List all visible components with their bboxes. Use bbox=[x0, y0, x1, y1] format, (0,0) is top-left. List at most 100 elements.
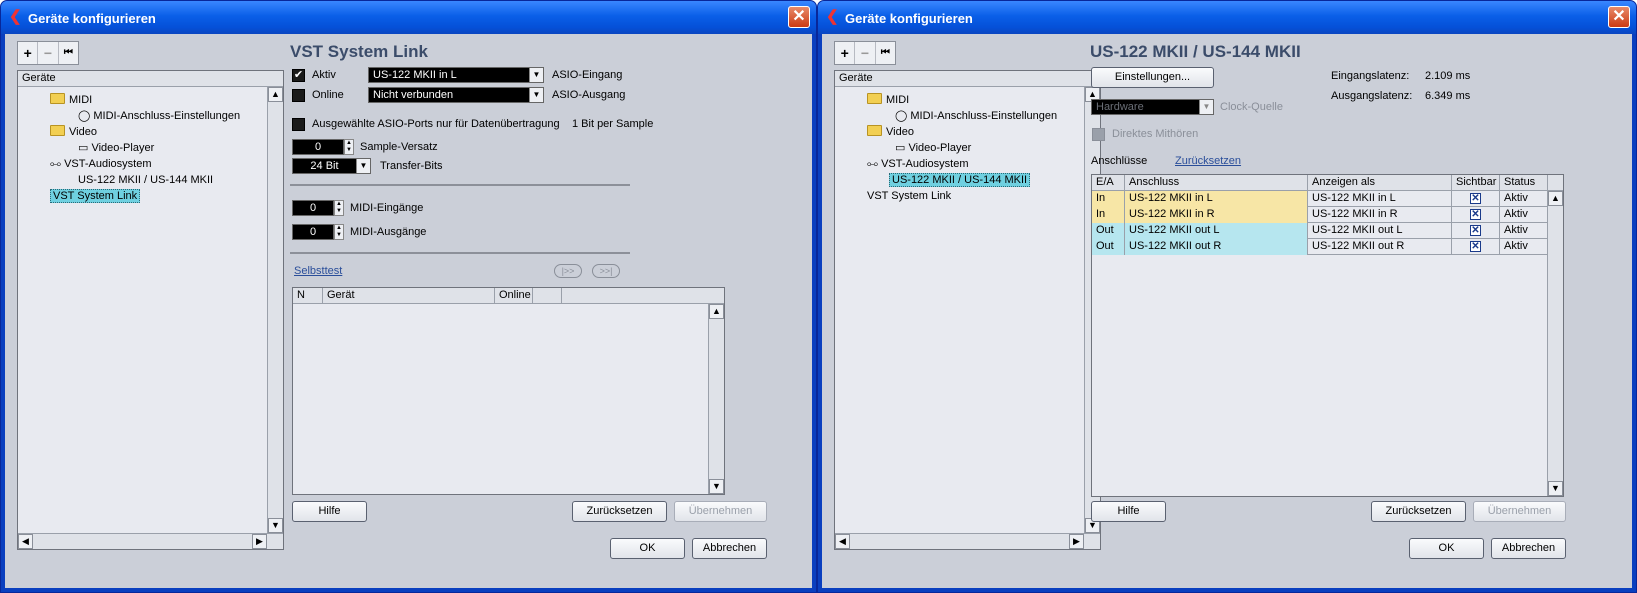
reset-device-button[interactable]: ⏮ bbox=[59, 42, 78, 64]
folder-icon bbox=[867, 125, 882, 136]
settings-button[interactable]: Einstellungen... bbox=[1091, 67, 1214, 88]
midi-out-label: MIDI-Ausgänge bbox=[350, 226, 427, 238]
transfer-bits-select[interactable]: 24 Bit ▼ bbox=[292, 158, 371, 174]
direct-monitor-label: Direktes Mithören bbox=[1112, 128, 1199, 140]
page-title: VST System Link bbox=[290, 42, 428, 61]
online-checkbox[interactable] bbox=[292, 89, 305, 102]
remove-device-button[interactable]: − bbox=[38, 42, 59, 64]
reset-button[interactable]: Zurücksetzen bbox=[1371, 501, 1466, 522]
ok-button[interactable]: OK bbox=[1409, 538, 1484, 559]
scroll-right-icon[interactable]: ▶ bbox=[1069, 534, 1084, 549]
reset-button[interactable]: Zurücksetzen bbox=[572, 501, 667, 522]
table-row[interactable]: In US-122 MKII in R US-122 MKII in R ✕ Aktiv bbox=[1092, 207, 1548, 223]
app-icon: ❮ bbox=[826, 8, 839, 25]
tree-item-vst-audio[interactable]: ⧟ VST-Audiosystem bbox=[867, 157, 968, 172]
aktiv-checkbox[interactable]: ✔ bbox=[292, 69, 305, 82]
visible-checkbox[interactable]: ✕ bbox=[1452, 207, 1500, 223]
aktiv-select[interactable]: US-122 MKII in L ▼ bbox=[368, 67, 544, 83]
midi-in-stepper[interactable]: ▲ ▼ bbox=[334, 200, 344, 216]
check-icon: ✕ bbox=[1470, 209, 1481, 220]
forward-icon[interactable]: >>| bbox=[592, 264, 620, 278]
dialog-body: + − ⏮ Geräte MIDI ◯ MIDI-Anschluss-Einst… bbox=[822, 34, 1632, 588]
port-icon: ◯ bbox=[78, 110, 94, 122]
table-row[interactable]: In US-122 MKII in L US-122 MKII in L ✕ Aktiv bbox=[1092, 191, 1548, 207]
col-visible: Sichtbar bbox=[1452, 175, 1500, 191]
scroll-down-icon[interactable]: ▼ bbox=[268, 518, 283, 533]
output-latency-label: Ausgangslatenz: bbox=[1331, 90, 1413, 102]
midi-out-stepper[interactable]: ▲ ▼ bbox=[334, 224, 344, 240]
cancel-button[interactable]: Abbrechen bbox=[1491, 538, 1566, 559]
scroll-up-icon[interactable]: ▲ bbox=[1548, 191, 1563, 206]
tree-item-vst-system-link[interactable]: VST System Link bbox=[50, 189, 141, 204]
tree-item-midi-settings[interactable]: ◯ MIDI-Anschluss-Einstellungen bbox=[78, 109, 240, 124]
ok-button[interactable]: OK bbox=[610, 538, 685, 559]
selftest-link[interactable]: Selbsttest bbox=[294, 265, 342, 277]
close-button[interactable]: ✕ bbox=[1608, 6, 1630, 28]
input-latency-label: Eingangslatenz: bbox=[1331, 70, 1410, 82]
table-row[interactable]: Out US-122 MKII out L US-122 MKII out L ✕ Ak… bbox=[1092, 223, 1548, 239]
visible-checkbox[interactable]: ✕ bbox=[1452, 223, 1500, 239]
tree-item-midi[interactable]: MIDI bbox=[867, 93, 909, 108]
device-tree: Geräte MIDI ◯ MIDI-Anschluss-Einstellung… bbox=[17, 70, 284, 550]
clock-source-select[interactable]: Hardware ▼ bbox=[1091, 99, 1214, 115]
tree-item-video-player[interactable]: ▭ Video-Player bbox=[78, 141, 154, 156]
scroll-left-icon[interactable]: ◀ bbox=[835, 534, 850, 549]
scroll-right-icon[interactable]: ▶ bbox=[252, 534, 267, 549]
tree-item-video[interactable]: Video bbox=[867, 125, 914, 140]
asio-ports-checkbox[interactable] bbox=[292, 118, 305, 131]
chevron-down-icon: ▼ bbox=[529, 68, 543, 82]
tree-item-video-player[interactable]: ▭ Video-Player bbox=[895, 141, 971, 156]
visible-checkbox[interactable]: ✕ bbox=[1452, 239, 1500, 255]
tree-item-vst-system-link[interactable]: VST System Link bbox=[867, 189, 951, 204]
col-port: Anschluss bbox=[1125, 175, 1308, 191]
online-select[interactable]: Nicht verbunden ▼ bbox=[368, 87, 544, 103]
sample-offset-field[interactable]: 0 bbox=[292, 139, 344, 155]
table-row[interactable]: Out US-122 MKII out R US-122 MKII out R ✕ Ak… bbox=[1092, 239, 1548, 255]
tree-horizontal-scrollbar[interactable]: ◀ ▶ bbox=[835, 533, 1100, 549]
cell-port: US-122 MKII in L bbox=[1125, 191, 1308, 207]
online-label: Online bbox=[312, 89, 344, 101]
help-button[interactable]: Hilfe bbox=[1091, 501, 1166, 522]
remove-device-button[interactable]: − bbox=[855, 42, 876, 64]
tree-header: Geräte bbox=[18, 71, 283, 87]
close-button[interactable]: ✕ bbox=[788, 6, 810, 28]
tree-item-midi[interactable]: MIDI bbox=[50, 93, 92, 108]
scroll-up-icon[interactable]: ▲ bbox=[709, 304, 724, 319]
apply-button[interactable]: Übernehmen bbox=[674, 501, 767, 522]
tree-item-us122[interactable]: US-122 MKII / US-144 MKII bbox=[78, 173, 213, 188]
reset-device-button[interactable]: ⏮ bbox=[876, 42, 895, 64]
cell-show: US-122 MKII in R bbox=[1308, 207, 1452, 223]
tree-item-video[interactable]: Video bbox=[50, 125, 97, 140]
audio-icon: ⧟ bbox=[867, 158, 882, 170]
midi-in-field[interactable]: 0 bbox=[292, 200, 334, 216]
cell-status: Aktiv bbox=[1500, 207, 1548, 223]
cell-show: US-122 MKII out R bbox=[1308, 239, 1452, 255]
asio-ports-label: Ausgewählte ASIO-Ports nur für Datenüber… bbox=[312, 118, 560, 130]
help-button[interactable]: Hilfe bbox=[292, 501, 367, 522]
video-icon: ▭ bbox=[895, 142, 909, 154]
midi-out-field[interactable]: 0 bbox=[292, 224, 334, 240]
scroll-down-icon[interactable]: ▼ bbox=[1548, 481, 1563, 496]
tree-item-midi-settings[interactable]: ◯ MIDI-Anschluss-Einstellungen bbox=[895, 109, 1057, 124]
visible-checkbox[interactable]: ✕ bbox=[1452, 191, 1500, 207]
scroll-left-icon[interactable]: ◀ bbox=[18, 534, 33, 549]
col-n: N bbox=[293, 288, 323, 304]
tree-item-vst-audio[interactable]: ⧟ VST-Audiosystem bbox=[50, 157, 151, 172]
table-vertical-scrollbar[interactable]: ▲ ▼ bbox=[1547, 191, 1563, 496]
list-vertical-scrollbar[interactable]: ▲ ▼ bbox=[708, 304, 724, 494]
tree-vertical-scrollbar[interactable]: ▲ ▼ bbox=[267, 87, 283, 533]
tree-item-us122[interactable]: US-122 MKII / US-144 MKII bbox=[889, 173, 1031, 188]
video-icon: ▭ bbox=[78, 142, 92, 154]
cancel-button[interactable]: Abbrechen bbox=[692, 538, 767, 559]
ports-table: E/A Anschluss Anzeigen als Sichtbar Stat… bbox=[1091, 174, 1564, 497]
apply-button[interactable]: Übernehmen bbox=[1473, 501, 1566, 522]
tree-horizontal-scrollbar[interactable]: ◀ ▶ bbox=[18, 533, 283, 549]
scroll-down-icon[interactable]: ▼ bbox=[709, 479, 724, 494]
play-icon[interactable]: |>> bbox=[554, 264, 582, 278]
ports-reset-link[interactable]: Zurücksetzen bbox=[1175, 155, 1241, 167]
sample-offset-stepper[interactable]: ▲ ▼ bbox=[344, 139, 354, 155]
add-device-button[interactable]: + bbox=[18, 42, 39, 64]
direct-monitor-checkbox[interactable] bbox=[1092, 128, 1105, 141]
add-device-button[interactable]: + bbox=[835, 42, 856, 64]
scroll-up-icon[interactable]: ▲ bbox=[268, 87, 283, 102]
